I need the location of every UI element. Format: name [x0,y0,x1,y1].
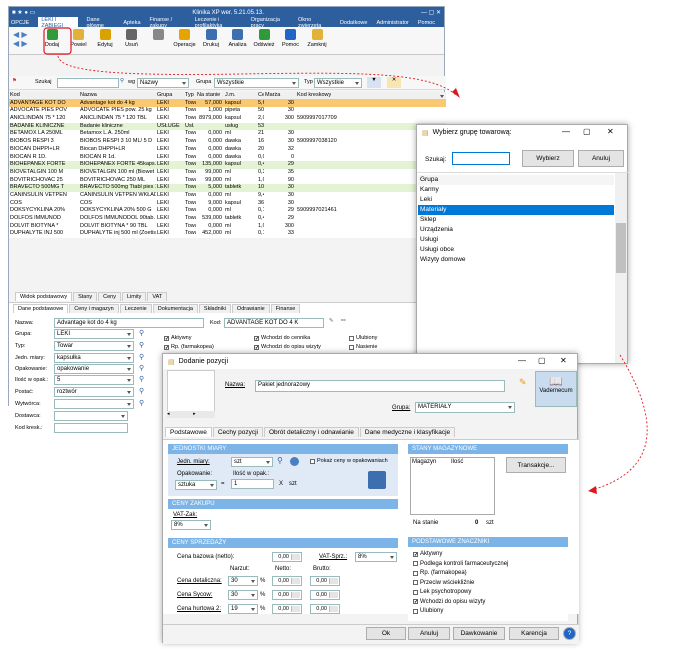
arrow-1-head [452,88,460,98]
arrow-1 [57,55,457,96]
annotation-arrows [43,27,648,494]
arrow-2 [591,354,648,491]
highlight-dodaj [43,27,72,55]
arrow-2-head [588,486,597,494]
